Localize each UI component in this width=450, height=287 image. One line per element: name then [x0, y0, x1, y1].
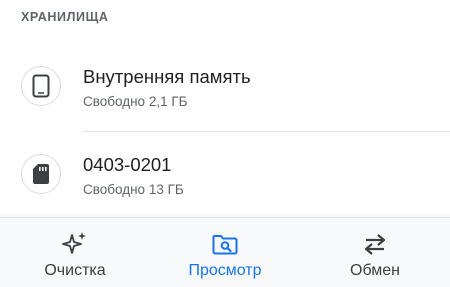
swap-arrows-icon	[361, 232, 389, 256]
storage-free-space: Свободно 2,1 ГБ	[83, 94, 188, 109]
sd-card-icon	[21, 154, 61, 194]
storage-title: 0403-0201	[83, 154, 172, 175]
phone-icon	[21, 66, 61, 106]
section-header-storage: ХРАНИЛИЩА	[21, 10, 109, 24]
nav-item-clean[interactable]: Очистка	[0, 218, 150, 287]
storage-item-sd-card[interactable]: 0403-0201 Свободно 13 ГБ	[0, 140, 450, 212]
nav-item-share[interactable]: Обмен	[300, 218, 450, 287]
sparkle-icon	[61, 232, 89, 256]
storage-free-space: Свободно 13 ГБ	[83, 182, 184, 197]
storage-title: Внутренняя память	[83, 66, 251, 87]
nav-label: Просмотр	[188, 262, 262, 279]
nav-item-browse[interactable]: Просмотр	[150, 218, 300, 287]
storage-item-internal[interactable]: Внутренняя память Свободно 2,1 ГБ	[0, 52, 450, 124]
folder-search-icon	[211, 232, 239, 256]
nav-label: Обмен	[350, 262, 400, 279]
nav-label: Очистка	[44, 262, 106, 279]
bottom-navigation: Очистка Просмотр Обмен	[0, 217, 450, 287]
divider	[83, 131, 450, 132]
